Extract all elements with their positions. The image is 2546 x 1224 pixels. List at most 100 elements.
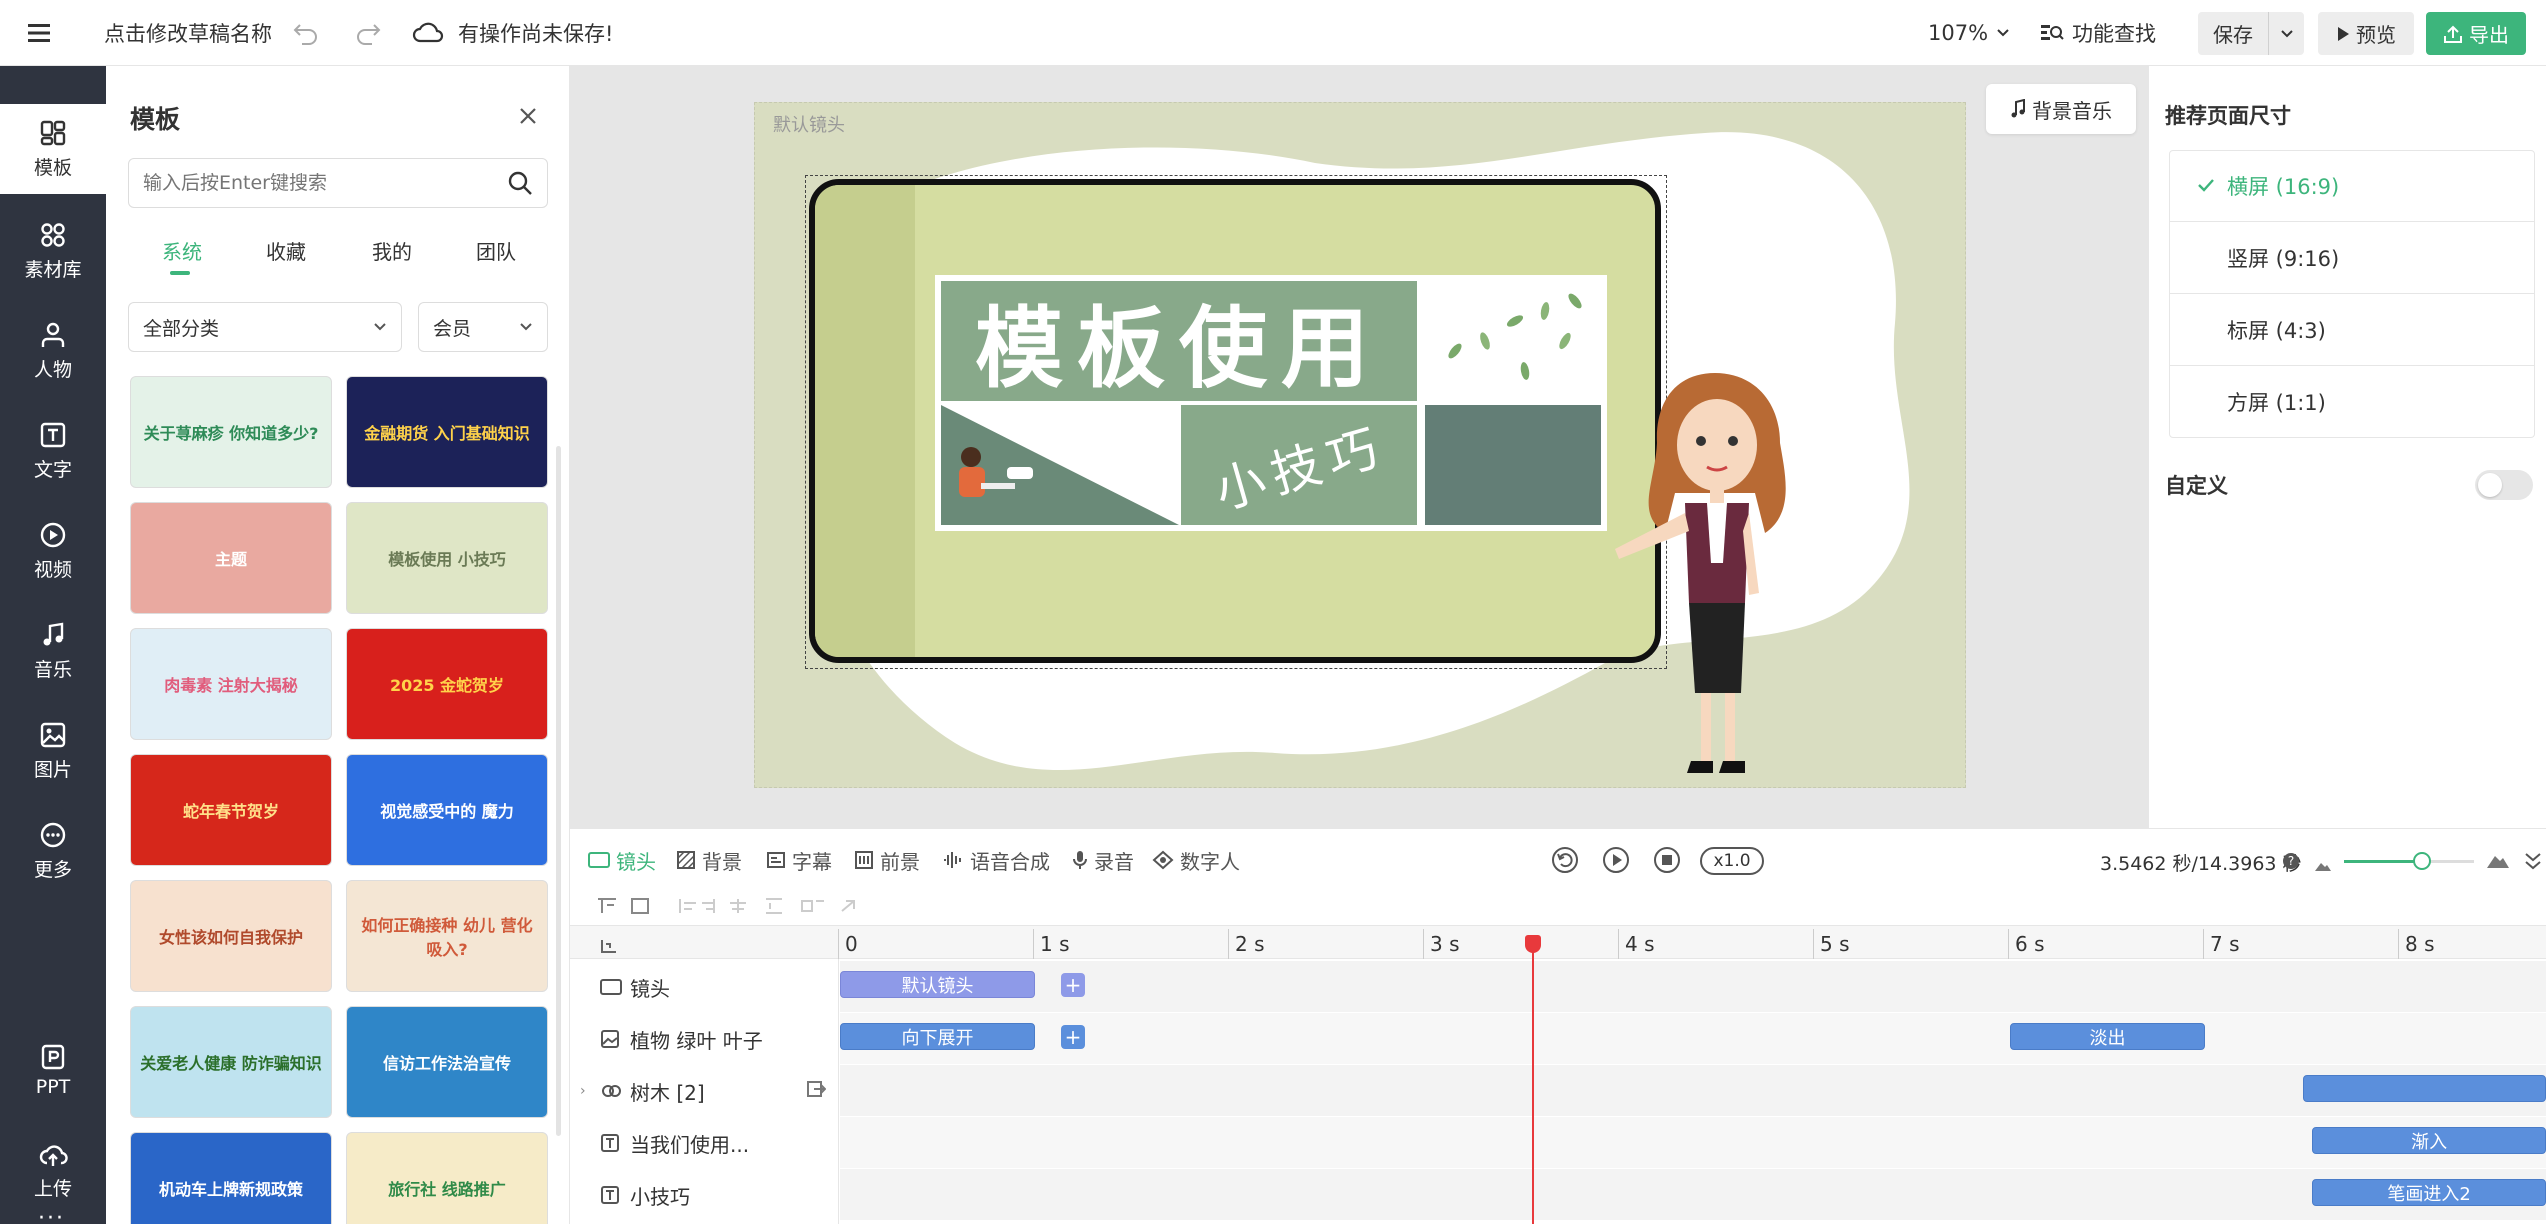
- playback-speed-button[interactable]: x1.0: [1700, 847, 1764, 875]
- playhead[interactable]: [1524, 935, 1541, 1224]
- nav-item-text[interactable]: 文字: [0, 406, 106, 496]
- export-button[interactable]: 导出: [2426, 12, 2526, 55]
- template-thumbnail[interactable]: 旅行社 线路推广: [346, 1132, 548, 1224]
- nav-item-upload[interactable]: 上传: [0, 1126, 106, 1216]
- track-lane[interactable]: [840, 1065, 2546, 1117]
- template-thumbnail[interactable]: 关爱老人健康 防诈骗知识: [130, 1006, 332, 1118]
- zoom-slider-knob[interactable]: [2413, 852, 2431, 870]
- add-clip-button[interactable]: +: [1061, 1025, 1085, 1049]
- timeline-clip[interactable]: 笔画进入2: [2312, 1179, 2546, 1206]
- tab-label: 前景: [880, 849, 920, 874]
- text-icon: [600, 1185, 620, 1210]
- template-thumbnail[interactable]: 如何正确接种 幼儿 营化吸入?: [346, 880, 548, 992]
- help-icon[interactable]: ?: [2282, 851, 2300, 875]
- nav-item-person[interactable]: 人物: [0, 306, 106, 396]
- save-options-button[interactable]: [2268, 12, 2304, 55]
- nav-label: 音乐: [33, 658, 72, 681]
- template-thumbnail[interactable]: 关于荨麻疹 你知道多少?: [130, 376, 332, 488]
- template-thumbnail[interactable]: 机动车上牌新规政策: [130, 1132, 332, 1224]
- nav-item-video[interactable]: 视频: [0, 506, 106, 596]
- nav-label: 素材库: [24, 258, 82, 281]
- timeline-clip[interactable]: 渐入: [2312, 1127, 2546, 1154]
- ppt-icon: [41, 1044, 65, 1070]
- background-music-button[interactable]: 背景音乐: [1986, 84, 2136, 134]
- template-thumbnail[interactable]: 主题: [130, 502, 332, 614]
- timeline-clip[interactable]: 淡出: [2010, 1023, 2205, 1050]
- nav-item-image[interactable]: 图片: [0, 706, 106, 796]
- track-lane[interactable]: [840, 1013, 2546, 1065]
- track-row[interactable]: › 树木 [2]: [570, 1065, 840, 1117]
- template-thumbnail[interactable]: 2025 金蛇贺岁: [346, 628, 548, 740]
- template-thumbnail-title: 女性该如何自我保护: [158, 928, 303, 947]
- nav-item-template[interactable]: 模板: [0, 104, 106, 194]
- size-option-label: 方屏 (1:1): [2227, 391, 2326, 415]
- export-icon: [2444, 25, 2462, 43]
- play-icon[interactable]: [1601, 845, 1631, 880]
- tab-tts[interactable]: 语音合成: [942, 829, 1050, 891]
- zoom-in-mountain-icon[interactable]: [2486, 849, 2510, 874]
- camera-icon: [600, 977, 622, 1001]
- template-thumbnail[interactable]: 视觉感受中的 魔力: [346, 754, 548, 866]
- timeline-clip[interactable]: 默认镜头: [840, 971, 1035, 998]
- template-thumbnail-title: 如何正确接种 幼儿 营化吸入?: [361, 916, 533, 959]
- tab-background[interactable]: 背景: [676, 829, 742, 891]
- timeline-clip[interactable]: 向下展开: [840, 1023, 1035, 1050]
- playhead-handle[interactable]: [1524, 935, 1541, 953]
- timeline-zoom-slider[interactable]: [2344, 852, 2474, 870]
- template-thumbnail[interactable]: 模板使用 小技巧: [346, 502, 548, 614]
- template-thumbnail[interactable]: 肉毒素 注射大揭秘: [130, 628, 332, 740]
- replay-icon[interactable]: [1550, 845, 1580, 880]
- undo-icon[interactable]: [292, 0, 320, 66]
- expand-chevron-icon[interactable]: ›: [580, 1083, 586, 1099]
- zoom-out-mountain-icon[interactable]: [2314, 853, 2332, 877]
- nav-item-material[interactable]: 素材库: [0, 206, 106, 296]
- track-row[interactable]: 植物 绿叶 叶子: [570, 1013, 840, 1065]
- size-option-square[interactable]: 方屏 (1:1): [2169, 366, 2535, 438]
- track-row[interactable]: 镜头: [570, 961, 840, 1013]
- tab-record[interactable]: 录音: [1072, 829, 1134, 891]
- feature-search-button[interactable]: 功能查找: [2040, 0, 2156, 66]
- template-thumbnail[interactable]: 信访工作法治宣传: [346, 1006, 548, 1118]
- tab-camera[interactable]: 镜头: [588, 829, 656, 891]
- add-clip-button[interactable]: +: [1061, 973, 1085, 997]
- canvas-page[interactable]: 默认镜头 模板使用 小技巧: [754, 102, 1966, 788]
- teacher-character[interactable]: [1595, 363, 1825, 783]
- save-button[interactable]: 保存: [2198, 12, 2268, 55]
- template-thumbnail[interactable]: 金融期货 入门基础知识: [346, 376, 548, 488]
- track-lane[interactable]: [840, 1117, 2546, 1169]
- template-thumbnail[interactable]: 蛇年春节贺岁: [130, 754, 332, 866]
- track-lane[interactable]: [840, 1169, 2546, 1221]
- template-scrollbar[interactable]: [556, 446, 561, 1136]
- nav-item-more[interactable]: 更多: [0, 806, 106, 896]
- preview-button[interactable]: 预览: [2318, 12, 2414, 55]
- track-label: 镜头: [630, 976, 670, 1001]
- ruler-tick-label: 6 s: [2015, 932, 2045, 956]
- align-tools-icon[interactable]: [596, 895, 916, 917]
- ruler-settings-icon[interactable]: [600, 935, 618, 959]
- nav-item-music[interactable]: 音乐: [0, 606, 106, 696]
- size-option-portrait[interactable]: 竖屏 (9:16): [2169, 222, 2535, 294]
- size-option-standard[interactable]: 标屏 (4:3): [2169, 294, 2535, 366]
- timeline-clip[interactable]: [2302, 1075, 2546, 1102]
- redo-icon[interactable]: [354, 0, 382, 66]
- track-lane[interactable]: [840, 961, 2546, 1013]
- ungroup-icon[interactable]: [806, 1079, 827, 1104]
- draft-name[interactable]: 点击修改草稿名称: [104, 0, 272, 66]
- custom-size-toggle[interactable]: [2475, 470, 2533, 500]
- track-row[interactable]: 小技巧: [570, 1169, 840, 1221]
- time-ruler[interactable]: [570, 925, 2546, 959]
- size-option-landscape[interactable]: 横屏 (16:9): [2169, 150, 2535, 222]
- nav-overflow-icon[interactable]: ···: [38, 1206, 65, 1224]
- zoom-select[interactable]: 107%: [1928, 0, 2010, 66]
- tab-foreground[interactable]: 前景: [854, 829, 920, 891]
- check-icon: [2198, 179, 2214, 192]
- tab-digital-human[interactable]: 数字人: [1152, 829, 1240, 891]
- nav-item-ppt[interactable]: PPT: [0, 1026, 106, 1116]
- track-row[interactable]: 当我们使用...: [570, 1117, 840, 1169]
- template-thumbnail[interactable]: 女性该如何自我保护: [130, 880, 332, 992]
- template-thumbnail-title: 机动车上牌新规政策: [158, 1180, 303, 1199]
- menu-icon[interactable]: [28, 0, 52, 66]
- tab-subtitle[interactable]: 字幕: [766, 829, 832, 891]
- collapse-timeline-icon[interactable]: [2524, 851, 2542, 876]
- stop-icon[interactable]: [1652, 845, 1682, 880]
